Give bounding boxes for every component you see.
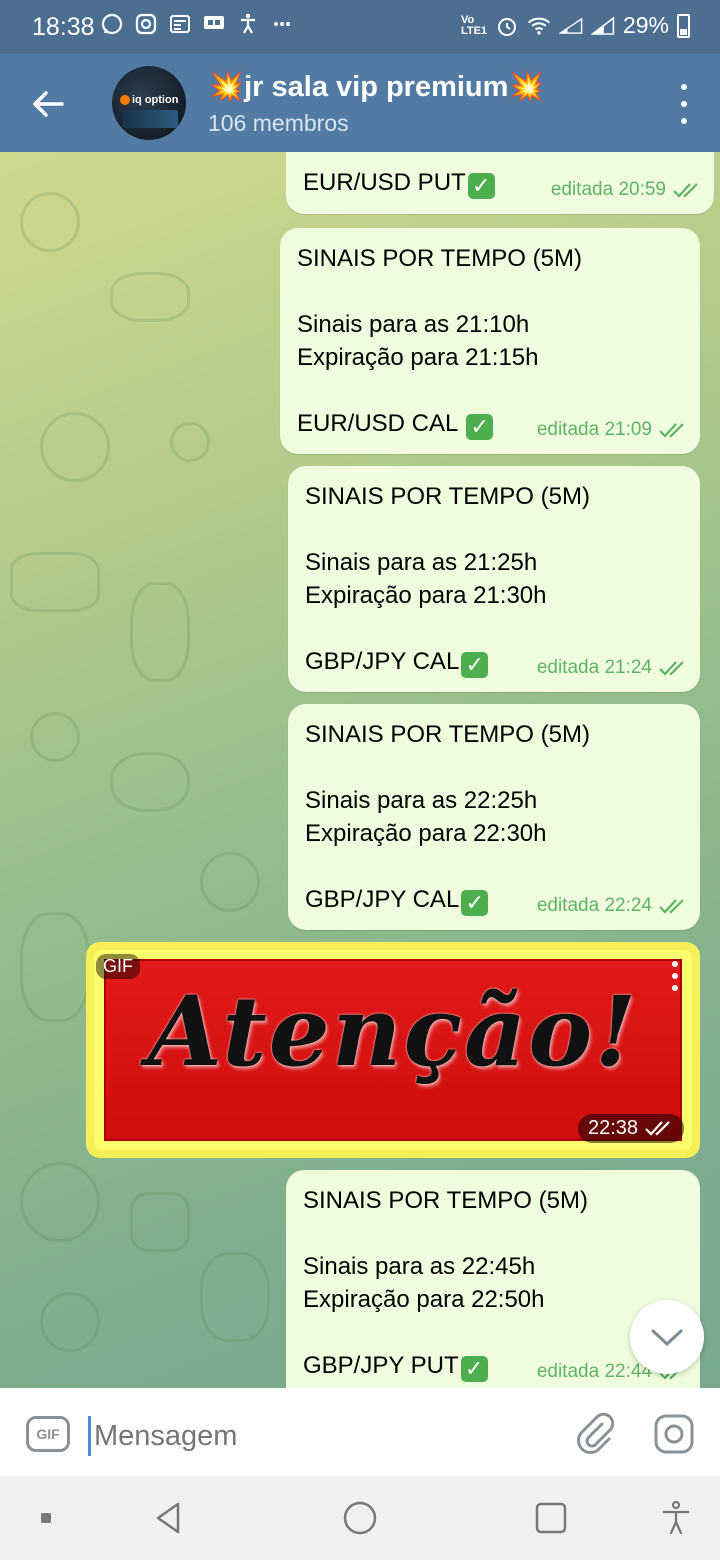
attach-button[interactable] bbox=[572, 1410, 616, 1454]
signal-2-icon bbox=[590, 14, 615, 38]
status-right: Vo LTE1 29% bbox=[461, 12, 690, 39]
nav-back-button[interactable] bbox=[146, 1496, 190, 1540]
status-bar: 18:38 Vo LTE1 29% bbox=[0, 0, 720, 54]
message-bubble[interactable]: SINAIS POR TEMPO (5M) Sinais para as 21:… bbox=[288, 466, 700, 692]
message-meta: editada 20:59 bbox=[551, 173, 702, 206]
double-check-icon bbox=[673, 182, 698, 198]
avatar-chart-graphic bbox=[122, 110, 178, 128]
wifi-icon bbox=[527, 14, 551, 38]
nav-recents-icon bbox=[535, 1502, 567, 1534]
member-count: 106 membros bbox=[208, 110, 349, 136]
double-check-icon bbox=[659, 898, 684, 914]
paperclip-icon bbox=[577, 1412, 615, 1454]
check-mark-emoji: ✓ bbox=[460, 1356, 488, 1382]
back-button[interactable] bbox=[26, 82, 70, 126]
nav-menu-dot[interactable] bbox=[24, 1496, 68, 1540]
gif-badge: GIF bbox=[96, 954, 140, 979]
message-list[interactable]: EUR/USD PUT ✓ editada 20:59 SINAIS POR TE… bbox=[0, 152, 720, 1388]
double-check-icon bbox=[659, 422, 684, 438]
square-dot-icon bbox=[41, 1513, 51, 1523]
gif-time: 22:38 bbox=[578, 1114, 684, 1143]
message-line: Sinais para as 21:25h bbox=[305, 549, 538, 576]
battery-percent: 29% bbox=[622, 12, 669, 38]
message-line: Expiração para 22:30h bbox=[305, 820, 547, 847]
scroll-to-bottom-button[interactable] bbox=[630, 1300, 704, 1374]
nav-home-icon bbox=[343, 1501, 377, 1535]
text-cursor bbox=[88, 1416, 91, 1456]
nav-home-button[interactable] bbox=[338, 1496, 382, 1540]
message-line: SINAIS POR TEMPO (5M) bbox=[305, 721, 590, 748]
notification-icons bbox=[100, 12, 294, 36]
message-bubble[interactable]: EUR/USD PUT ✓ editada 20:59 bbox=[286, 152, 714, 214]
nav-back-icon bbox=[156, 1502, 180, 1534]
message-line: SINAIS POR TEMPO (5M) bbox=[305, 483, 590, 510]
chat-support-icon bbox=[202, 12, 226, 36]
nav-accessibility-button[interactable] bbox=[654, 1496, 698, 1540]
accessibility-status-icon bbox=[236, 12, 260, 36]
group-title[interactable]: 💥jr sala vip premium💥 bbox=[208, 70, 545, 104]
message-composer: GIF bbox=[0, 1388, 720, 1476]
signal-1-icon bbox=[558, 14, 583, 38]
alarm-icon bbox=[495, 14, 519, 38]
camera-icon bbox=[654, 1414, 694, 1454]
battery-icon bbox=[677, 13, 690, 38]
back-arrow-icon bbox=[33, 91, 64, 117]
double-check-icon bbox=[659, 660, 684, 676]
message-line: SINAIS POR TEMPO (5M) bbox=[303, 1187, 588, 1214]
gif-button[interactable]: GIF bbox=[26, 1416, 70, 1452]
more-options-button[interactable] bbox=[676, 84, 692, 124]
message-line: Expiração para 21:30h bbox=[305, 582, 547, 609]
message-line: Expiração para 21:15h bbox=[297, 344, 539, 371]
message-bubble[interactable]: SINAIS POR TEMPO (5M) Sinais para as 22:… bbox=[288, 704, 700, 930]
system-nav-bar bbox=[0, 1476, 720, 1560]
instagram-icon bbox=[134, 12, 158, 36]
message-meta: editada 21:24 bbox=[537, 651, 688, 684]
nav-recents-button[interactable] bbox=[529, 1496, 573, 1540]
news-icon bbox=[168, 12, 192, 36]
volte-label: Vo LTE1 bbox=[460, 13, 488, 37]
avatar-logo: iq option bbox=[120, 94, 178, 106]
check-mark-emoji: ✓ bbox=[461, 890, 489, 916]
status-time: 18:38 bbox=[32, 13, 95, 41]
check-mark-emoji: ✓ bbox=[467, 173, 495, 199]
group-avatar[interactable]: iq option bbox=[112, 66, 186, 140]
message-meta: editada 22:24 bbox=[537, 889, 688, 922]
message-line: SINAIS POR TEMPO (5M) bbox=[297, 245, 582, 272]
gif-menu-button[interactable] bbox=[672, 961, 680, 991]
message-line: Sinais para as 22:45h bbox=[303, 1253, 536, 1280]
check-mark-emoji: ✓ bbox=[461, 652, 489, 678]
message-meta: editada 21:09 bbox=[537, 413, 688, 446]
gif-text: Atenção! bbox=[147, 975, 639, 1088]
message-input[interactable] bbox=[94, 1416, 554, 1456]
more-notifications-icon bbox=[270, 12, 294, 36]
message-line: Sinais para as 22:25h bbox=[305, 787, 538, 814]
camera-button[interactable] bbox=[652, 1412, 696, 1456]
message-line: Sinais para as 21:10h bbox=[297, 311, 530, 338]
chat-header: iq option 💥jr sala vip premium💥 106 memb… bbox=[0, 54, 720, 152]
message-bubble[interactable]: SINAIS POR TEMPO (5M) Sinais para as 21:… bbox=[280, 228, 700, 454]
check-mark-emoji: ✓ bbox=[466, 414, 494, 440]
accessibility-icon bbox=[662, 1500, 690, 1535]
chevron-down-icon bbox=[651, 1329, 683, 1347]
whatsapp-icon bbox=[100, 12, 124, 36]
more-vert-icon bbox=[681, 84, 687, 90]
message-line: Expiração para 22:50h bbox=[303, 1286, 545, 1313]
double-check-icon bbox=[644, 1121, 670, 1136]
